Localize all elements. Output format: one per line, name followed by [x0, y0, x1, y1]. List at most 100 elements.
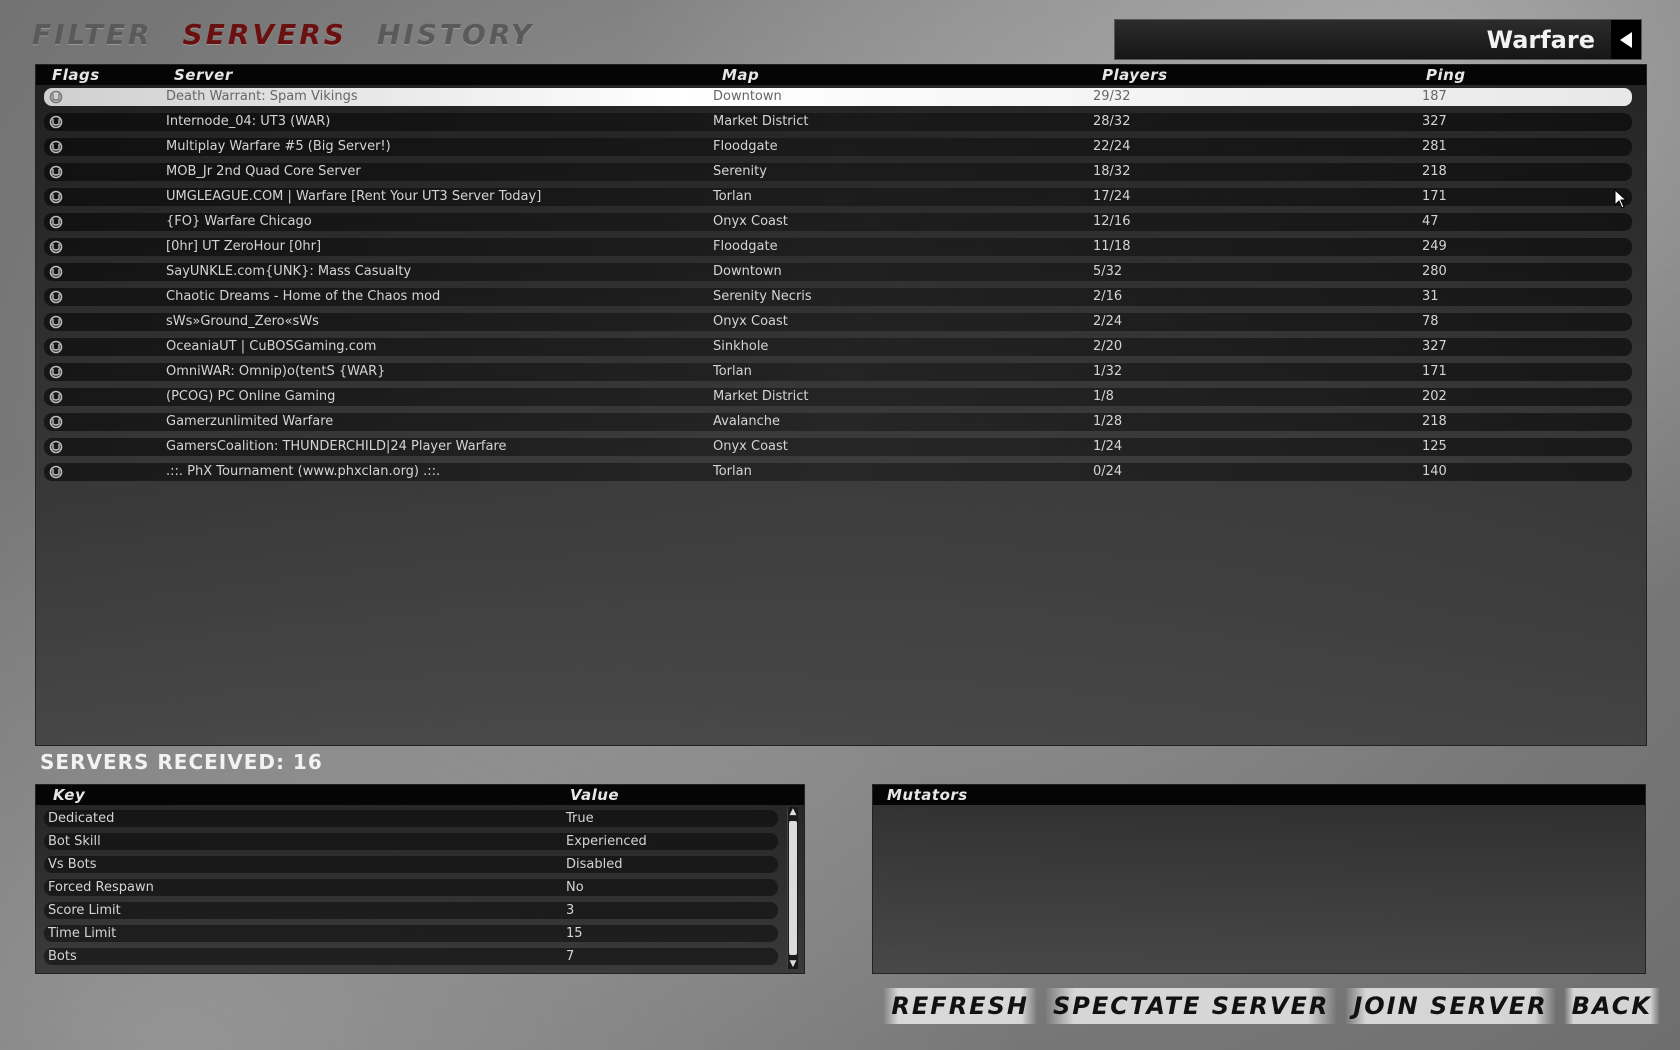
spectate-server-button[interactable]: SPECTATE SERVER: [1044, 988, 1338, 1024]
info-row[interactable]: Score Limit 3: [44, 899, 778, 922]
gametype-toggle-button[interactable]: [1611, 20, 1641, 59]
info-value: Disabled: [566, 857, 623, 872]
server-name: Multiplay Warfare #5 (Big Server!): [166, 139, 391, 154]
tab-servers[interactable]: SERVERS: [183, 18, 347, 51]
server-ping: 218: [1422, 164, 1447, 179]
server-ping: 281: [1422, 139, 1447, 154]
server-name: OceaniaUT | CuBOSGaming.com: [166, 339, 377, 354]
server-name: SayUNKLE.com{UNK}: Mass Casualty: [166, 264, 412, 279]
tab-filter[interactable]: FILTER: [32, 18, 153, 51]
column-header-map[interactable]: Map: [722, 65, 759, 85]
info-row[interactable]: Forced Respawn No: [44, 876, 778, 899]
server-players: 1/24: [1093, 439, 1123, 454]
server-row[interactable]: OceaniaUT | CuBOSGaming.com Sinkhole 2/20 3…: [44, 335, 1632, 360]
ut-logo-icon: [48, 115, 64, 129]
server-map: Torlan: [713, 364, 752, 379]
server-row[interactable]: SayUNKLE.com{UNK}: Mass Casualty Downtown…: [44, 260, 1632, 285]
info-row[interactable]: Dedicated True: [44, 807, 778, 830]
server-players: 1/28: [1093, 414, 1123, 429]
info-key: Dedicated: [48, 811, 115, 826]
server-ping: 171: [1422, 364, 1447, 379]
column-header-ping[interactable]: Ping: [1426, 65, 1466, 85]
server-row[interactable]: Internode_04: UT3 (WAR) Market District 28…: [44, 110, 1632, 135]
gametype-selector[interactable]: Warfare: [1114, 19, 1642, 60]
server-players: 2/16: [1093, 289, 1123, 304]
server-row[interactable]: Chaotic Dreams - Home of the Chaos mod Se…: [44, 285, 1632, 310]
info-header: Key Value: [36, 785, 804, 805]
server-map: Market District: [713, 389, 809, 404]
column-header-flags[interactable]: Flags: [52, 65, 100, 85]
server-ping: 47: [1422, 214, 1439, 229]
server-row[interactable]: [0hr] UT ZeroHour [0hr] Floodgate 11/18 249: [44, 235, 1632, 260]
server-row[interactable]: (PCOG) PC Online Gaming Market District 1/…: [44, 385, 1632, 410]
server-row[interactable]: .::. PhX Tournament (www.phxclan.org) .:…: [44, 460, 1632, 485]
info-row[interactable]: Time Limit 15: [44, 922, 778, 945]
back-button[interactable]: BACK: [1563, 988, 1660, 1024]
column-header-value[interactable]: Value: [570, 785, 619, 805]
info-value: Experienced: [566, 834, 647, 849]
server-row[interactable]: Multiplay Warfare #5 (Big Server!) Floodg…: [44, 135, 1632, 160]
server-players: 1/32: [1093, 364, 1123, 379]
refresh-button[interactable]: REFRESH: [883, 988, 1037, 1024]
server-map: Floodgate: [713, 239, 778, 254]
server-row[interactable]: {FO} Warfare Chicago Onyx Coast 12/16 47: [44, 210, 1632, 235]
info-row[interactable]: Bot Skill Experienced: [44, 830, 778, 853]
server-ping: 280: [1422, 264, 1447, 279]
info-key: Forced Respawn: [48, 880, 154, 895]
ut-logo-icon: [48, 340, 64, 354]
info-key: Vs Bots: [48, 857, 97, 872]
scroll-down-icon[interactable]: ▼: [788, 959, 798, 969]
server-name: GamersCoalition: THUNDERCHILD|24 Player …: [166, 439, 507, 454]
server-list-header: Flags Server Map Players Ping: [36, 65, 1646, 85]
server-ping: 249: [1422, 239, 1447, 254]
server-row[interactable]: GamersCoalition: THUNDERCHILD|24 Player …: [44, 435, 1632, 460]
server-row[interactable]: Gamerzunlimited Warfare Avalanche 1/28 218: [44, 410, 1632, 435]
info-key: Score Limit: [48, 903, 121, 918]
server-row[interactable]: UMGLEAGUE.COM | Warfare [Rent Your UT3 S…: [44, 185, 1632, 210]
server-ping: 218: [1422, 414, 1447, 429]
server-map: Floodgate: [713, 139, 778, 154]
info-row[interactable]: Vs Bots Disabled: [44, 853, 778, 876]
ut-logo-icon: [48, 390, 64, 404]
gametype-label: Warfare: [1486, 25, 1595, 54]
ut-logo-icon: [48, 440, 64, 454]
info-row[interactable]: Bots 7: [44, 945, 778, 968]
server-players: 22/24: [1093, 139, 1131, 154]
column-header-server[interactable]: Server: [174, 65, 233, 85]
info-scrollbar[interactable]: ▲ ▼: [787, 807, 798, 969]
join-server-button[interactable]: JOIN SERVER: [1345, 988, 1556, 1024]
server-name: (PCOG) PC Online Gaming: [166, 389, 336, 404]
tab-history[interactable]: HISTORY: [377, 18, 534, 51]
ut-logo-icon: [48, 290, 64, 304]
server-map: Market District: [713, 114, 809, 129]
server-map: Avalanche: [713, 414, 780, 429]
column-header-players[interactable]: Players: [1102, 65, 1168, 85]
server-ping: 171: [1422, 189, 1447, 204]
server-map: Onyx Coast: [713, 314, 788, 329]
ut-logo-icon: [48, 215, 64, 229]
main-tabs: FILTER SERVERS HISTORY: [32, 18, 534, 51]
scroll-up-icon[interactable]: ▲: [788, 807, 798, 817]
server-map: Serenity: [713, 164, 767, 179]
server-map: Torlan: [713, 189, 752, 204]
server-row[interactable]: OmniWAR: Omnip)o(tentS {WAR} Torlan 1/32 17…: [44, 360, 1632, 385]
server-name: Chaotic Dreams - Home of the Chaos mod: [166, 289, 441, 304]
server-row[interactable]: MOB_Jr 2nd Quad Core Server Serenity 18/32…: [44, 160, 1632, 185]
server-name: Death Warrant: Spam Vikings: [166, 89, 358, 104]
column-header-key[interactable]: Key: [53, 785, 85, 805]
server-players: 17/24: [1093, 189, 1131, 204]
scroll-thumb[interactable]: [789, 821, 797, 955]
ut-logo-icon: [48, 465, 64, 479]
ut-logo-icon: [48, 240, 64, 254]
server-map: Onyx Coast: [713, 214, 788, 229]
server-row[interactable]: sWs»Ground_Zero«sWs Onyx Coast 2/24 78: [44, 310, 1632, 335]
arrow-left-icon: [1620, 31, 1632, 48]
info-value: 7: [566, 949, 575, 964]
server-players: 28/32: [1093, 114, 1131, 129]
server-row[interactable]: Death Warrant: Spam Vikings Downtown 29/32…: [44, 85, 1632, 110]
server-players: 2/24: [1093, 314, 1123, 329]
server-name: Internode_04: UT3 (WAR): [166, 114, 331, 129]
server-map: Downtown: [713, 264, 782, 279]
server-name: OmniWAR: Omnip)o(tentS {WAR}: [166, 364, 386, 379]
ut-logo-icon: [48, 365, 64, 379]
